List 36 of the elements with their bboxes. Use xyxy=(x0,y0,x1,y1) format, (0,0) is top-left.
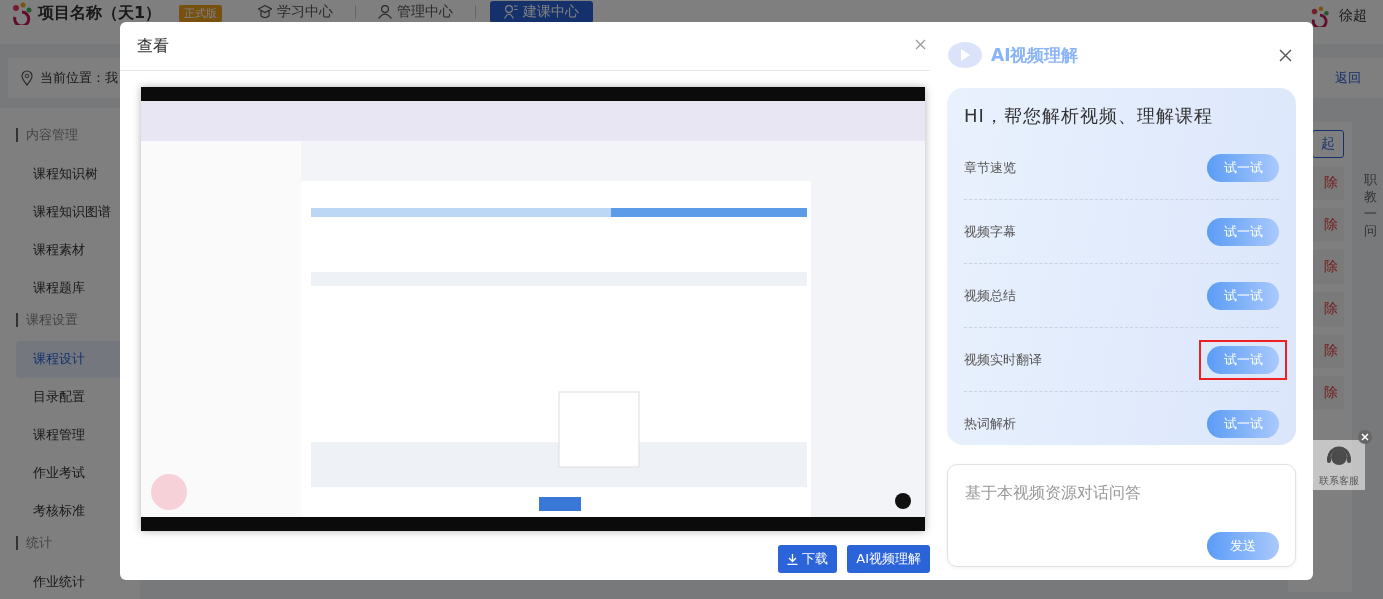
nav-tab[interactable]: 学习中心 xyxy=(250,1,341,23)
close-icon[interactable] xyxy=(1279,48,1292,62)
feature-label: 热词解析 xyxy=(964,414,1016,433)
nav-tab[interactable]: 管理中心 xyxy=(370,1,461,23)
breadcrumb-text: 当前位置：我 xyxy=(40,69,118,87)
project-title: 项目名称（天1） xyxy=(38,2,162,24)
greeting-text: HI，帮您解析视频、理解课程 xyxy=(964,104,1214,128)
try-button[interactable]: 试一试 xyxy=(1207,409,1279,438)
feature-label: 视频实时翻译 xyxy=(964,350,1042,369)
try-button[interactable]: 试一试 xyxy=(1207,345,1279,374)
close-icon[interactable] xyxy=(1358,430,1372,444)
panel-title: AI视频理解 xyxy=(991,43,1079,67)
download-icon xyxy=(787,553,799,565)
support-widget[interactable]: 联系客服 xyxy=(1313,440,1365,490)
edition-badge: 正式版 xyxy=(179,4,223,22)
send-button[interactable]: 发送 xyxy=(1207,532,1279,560)
dialog-title: 查看 xyxy=(137,35,169,57)
logo-icon xyxy=(10,1,34,25)
user-icon xyxy=(504,5,518,19)
back-link[interactable]: 返回 xyxy=(1335,69,1361,87)
try-button[interactable]: 试一试 xyxy=(1207,217,1279,246)
play-cloud-icon xyxy=(947,40,983,70)
try-button[interactable]: 试一试 xyxy=(1207,281,1279,310)
collapse-button[interactable]: 起 xyxy=(1312,130,1344,158)
feature-label: 视频总结 xyxy=(964,286,1016,305)
user-name[interactable]: 徐超 xyxy=(1339,7,1367,25)
user-icon xyxy=(378,5,392,19)
nav-tab[interactable]: 建课中心 xyxy=(490,1,593,23)
ai-video-button[interactable]: AI视频理解 xyxy=(847,545,930,573)
graduation-cap-icon xyxy=(258,5,272,19)
feature-label: 章节速览 xyxy=(964,158,1016,177)
download-button[interactable]: 下载 xyxy=(778,545,838,573)
feature-label: 视频字幕 xyxy=(964,222,1016,241)
try-button[interactable]: 试一试 xyxy=(1207,153,1279,182)
location-pin-icon xyxy=(20,70,34,86)
avatar-icon xyxy=(1309,5,1331,27)
